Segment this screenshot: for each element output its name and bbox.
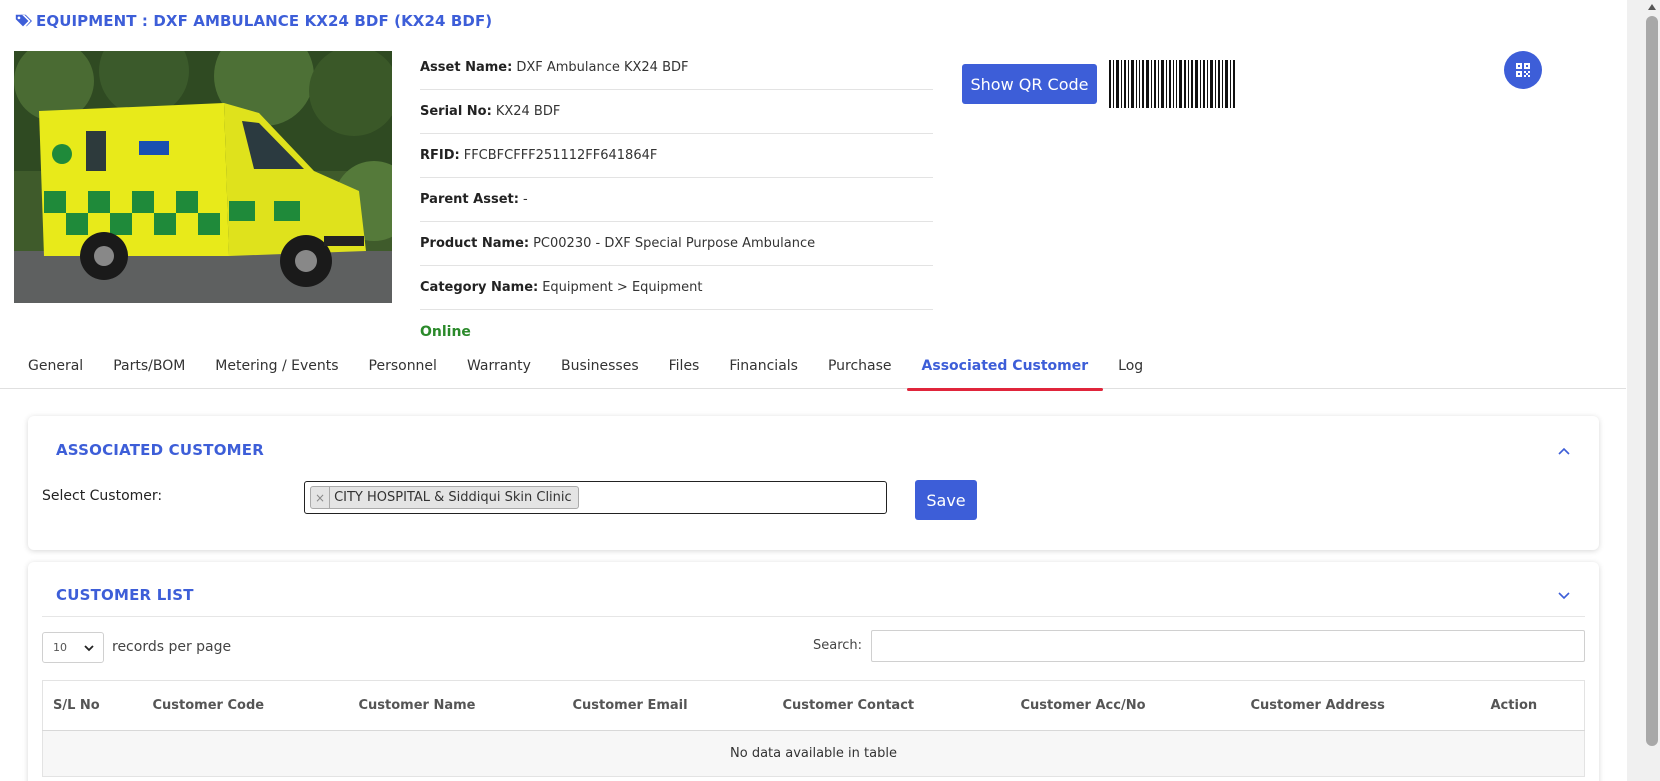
show-qr-code-button[interactable]: Show QR Code: [962, 64, 1097, 104]
tab-financials[interactable]: Financials: [714, 350, 813, 389]
detail-product-name: Product Name: PC00230 - DXF Special Purp…: [420, 222, 933, 266]
column-header[interactable]: Customer Email: [562, 680, 773, 731]
associated-customer-card: ASSOCIATED CUSTOMER Select Customer: × C…: [28, 416, 1599, 550]
detail-rfid: RFID: FFCBFCFFF251112FF641864F: [420, 134, 933, 178]
tab-associated-customer[interactable]: Associated Customer: [906, 350, 1104, 391]
qr-grid-icon: [1516, 63, 1530, 77]
tab-parts-bom[interactable]: Parts/BOM: [98, 350, 200, 389]
tab-files[interactable]: Files: [654, 350, 715, 389]
tab-metering-events[interactable]: Metering / Events: [200, 350, 353, 389]
detail-value: DXF Ambulance KX24 BDF: [516, 60, 689, 75]
detail-label: Asset Name:: [420, 60, 513, 75]
tab-purchase[interactable]: Purchase: [813, 350, 907, 389]
page: EQUIPMENT : DXF AMBULANCE KX24 BDF (KX24…: [0, 0, 1660, 781]
page-length-select[interactable]: 10: [42, 632, 104, 663]
detail-value: PC00230 - DXF Special Purpose Ambulance: [533, 236, 816, 251]
column-header[interactable]: Customer Code: [142, 680, 349, 731]
detail-parent-asset: Parent Asset: -: [420, 178, 933, 222]
table-row: No data available in table: [42, 730, 1585, 777]
detail-serial-no: Serial No: KX24 BDF: [420, 90, 933, 134]
detail-label: Parent Asset:: [420, 192, 519, 207]
detail-value: FFCBFCFFF251112FF641864F: [463, 148, 658, 163]
select-customer-label: Select Customer:: [42, 488, 163, 504]
chevron-up-icon[interactable]: [1557, 444, 1571, 458]
detail-label: Serial No:: [420, 104, 492, 119]
page-length-value: 10: [53, 641, 67, 654]
chevron-down-icon[interactable]: [1557, 588, 1571, 602]
tag-icon: [15, 14, 32, 27]
tab-businesses[interactable]: Businesses: [546, 350, 654, 389]
page-title-text: EQUIPMENT : DXF AMBULANCE KX24 BDF (KX24…: [36, 12, 493, 30]
detail-value: KX24 BDF: [495, 104, 561, 119]
table-header-row: S/L No Customer Code Customer Name Custo…: [42, 680, 1585, 731]
tab-bar: General Parts/BOM Metering / Events Pers…: [0, 350, 1626, 391]
scrollbar-thumb[interactable]: [1646, 16, 1658, 746]
detail-category-name: Category Name: Equipment > Equipment: [420, 266, 933, 310]
detail-value: -: [522, 192, 528, 207]
barcode-image: [1109, 60, 1235, 108]
search-input[interactable]: [871, 630, 1585, 662]
customer-list-title: CUSTOMER LIST: [56, 586, 194, 604]
column-header[interactable]: Action: [1480, 680, 1585, 731]
detail-asset-name: Asset Name: DXF Ambulance KX24 BDF: [420, 46, 933, 90]
divider: [42, 616, 1585, 617]
empty-table-message: No data available in table: [42, 730, 1585, 777]
status-badge: Online: [420, 324, 471, 340]
column-header[interactable]: Customer Address: [1240, 680, 1481, 731]
tab-warranty[interactable]: Warranty: [452, 350, 546, 389]
asset-photo: [14, 51, 392, 303]
tab-personnel[interactable]: Personnel: [354, 350, 452, 389]
selected-customer-chip: × CITY HOSPITAL & Siddiqui Skin Clinic: [310, 486, 579, 509]
chevron-down-icon: [84, 645, 94, 652]
search-label: Search:: [813, 638, 863, 653]
asset-details: Asset Name: DXF Ambulance KX24 BDF Seria…: [420, 46, 933, 340]
tab-general[interactable]: General: [13, 350, 98, 389]
customer-list-card: CUSTOMER LIST 10 records per page Search…: [28, 562, 1599, 781]
column-header[interactable]: Customer Name: [348, 680, 563, 731]
page-title: EQUIPMENT : DXF AMBULANCE KX24 BDF (KX24…: [14, 12, 492, 30]
scroll-up-arrow-icon[interactable]: [1647, 3, 1657, 11]
detail-label: RFID:: [420, 148, 460, 163]
detail-label: Category Name:: [420, 280, 539, 295]
qr-grid-button[interactable]: [1504, 51, 1542, 89]
customer-multiselect[interactable]: × CITY HOSPITAL & Siddiqui Skin Clinic: [304, 481, 887, 514]
chip-label: CITY HOSPITAL & Siddiqui Skin Clinic: [334, 490, 572, 505]
save-button[interactable]: Save: [915, 480, 977, 520]
detail-label: Product Name:: [420, 236, 530, 251]
chip-remove-icon[interactable]: ×: [311, 487, 331, 508]
column-header[interactable]: S/L No: [42, 680, 143, 731]
detail-value: Equipment > Equipment: [542, 280, 703, 295]
customer-table: S/L No Customer Code Customer Name Custo…: [42, 680, 1585, 777]
column-header[interactable]: Customer Contact: [772, 680, 1011, 731]
records-per-page-label: records per page: [112, 639, 232, 655]
column-header[interactable]: Customer Acc/No: [1010, 680, 1241, 731]
tab-log[interactable]: Log: [1103, 350, 1158, 389]
associated-customer-title: ASSOCIATED CUSTOMER: [56, 441, 264, 459]
